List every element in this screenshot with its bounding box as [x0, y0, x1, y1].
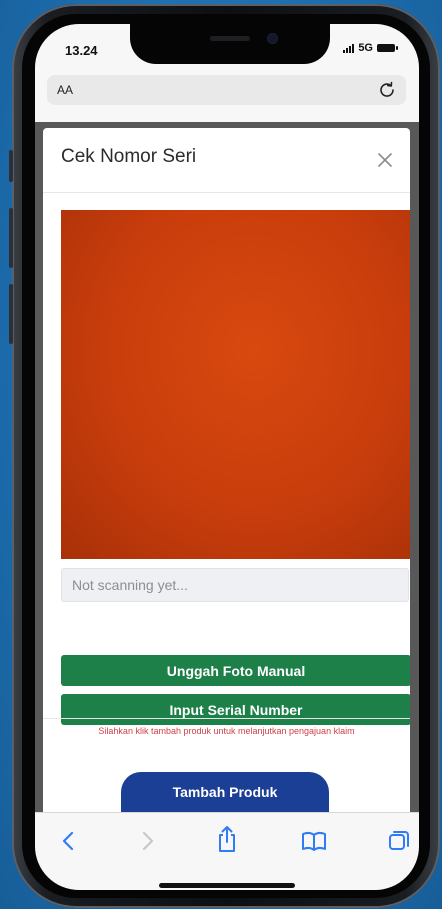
network-label: 5G	[358, 42, 373, 54]
modal-title: Cek Nomor Seri	[61, 146, 197, 167]
phone-mute-switch	[9, 150, 13, 182]
input-serial-button[interactable]: Input Serial Number	[61, 694, 410, 725]
phone-screen: 13.24 5G AA Cek Nomor Seri Not scanning …	[35, 24, 419, 890]
modal-divider	[43, 718, 410, 719]
speaker-grille	[210, 36, 250, 41]
browser-toolbar	[35, 812, 419, 890]
forward-icon[interactable]	[135, 829, 159, 853]
modal-header: Cek Nomor Seri	[43, 128, 410, 193]
browser-url-bar: AA	[35, 72, 419, 122]
add-product-button[interactable]: Tambah Produk	[121, 772, 329, 812]
phone-volume-up	[9, 208, 13, 268]
home-indicator	[159, 883, 295, 888]
hint-text: Silahkan klik tambah produk untuk melanj…	[98, 726, 355, 736]
signal-icon	[343, 43, 355, 53]
front-camera	[268, 34, 277, 43]
status-indicators: 5G	[343, 42, 398, 54]
back-icon[interactable]	[57, 829, 81, 853]
notch	[130, 24, 330, 64]
reader-settings-button[interactable]: AA	[57, 83, 73, 97]
bookmarks-icon[interactable]	[301, 829, 327, 853]
reload-icon[interactable]	[376, 79, 398, 101]
camera-preview	[61, 210, 410, 559]
upload-photo-button[interactable]: Unggah Foto Manual	[61, 655, 410, 686]
status-bar: 13.24 5G	[35, 24, 419, 72]
status-time: 13.24	[65, 43, 98, 58]
tabs-icon[interactable]	[387, 829, 411, 853]
address-field[interactable]: AA	[47, 75, 406, 105]
close-icon[interactable]	[378, 153, 392, 167]
scan-status-field: Not scanning yet...	[61, 568, 409, 602]
phone-volume-down	[9, 284, 13, 344]
serial-check-modal: Cek Nomor Seri Not scanning yet... Ungga…	[43, 128, 410, 812]
battery-icon	[377, 44, 398, 52]
share-icon[interactable]	[215, 825, 239, 853]
